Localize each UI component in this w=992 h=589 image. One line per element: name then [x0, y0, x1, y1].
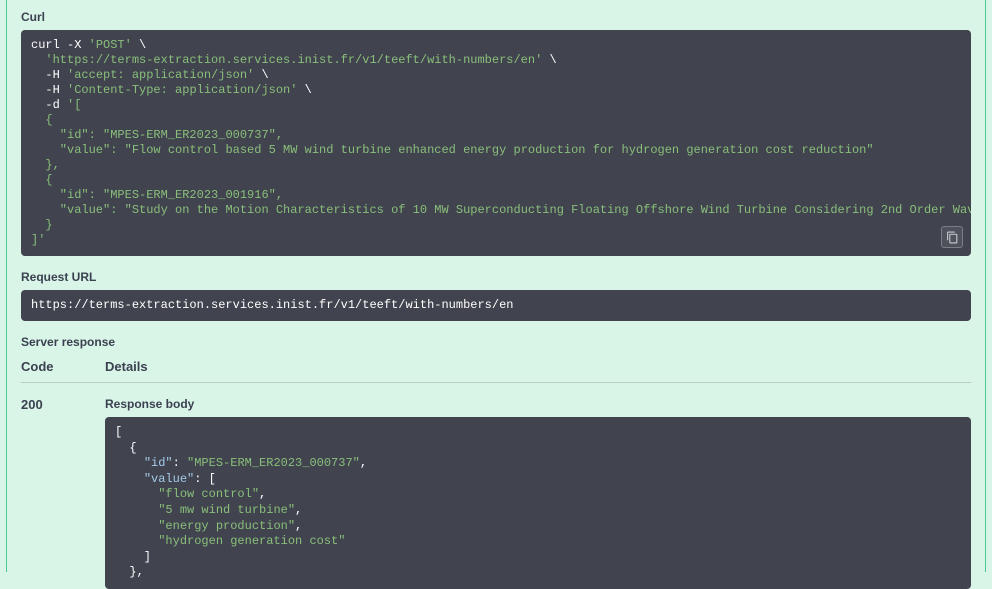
response-body-label: Response body — [105, 397, 971, 411]
request-url-block[interactable]: https://terms-extraction.services.inist.… — [21, 290, 971, 321]
request-url-heading: Request URL — [21, 270, 971, 284]
curl-heading: Curl — [21, 10, 971, 24]
response-table-header: Code Details — [21, 359, 971, 383]
response-row: 200 Response body [ { "id": "MPES-ERM_ER… — [21, 397, 971, 589]
response-body-block[interactable]: [ { "id": "MPES-ERM_ER2023_000737", "val… — [105, 417, 971, 589]
server-response-heading: Server response — [21, 335, 971, 349]
status-code: 200 — [21, 397, 105, 589]
copy-icon[interactable] — [941, 226, 963, 248]
curl-code-block[interactable]: curl -X 'POST' \ 'https://terms-extracti… — [21, 30, 971, 256]
details-column-header: Details — [105, 359, 148, 374]
code-column-header: Code — [21, 359, 105, 374]
